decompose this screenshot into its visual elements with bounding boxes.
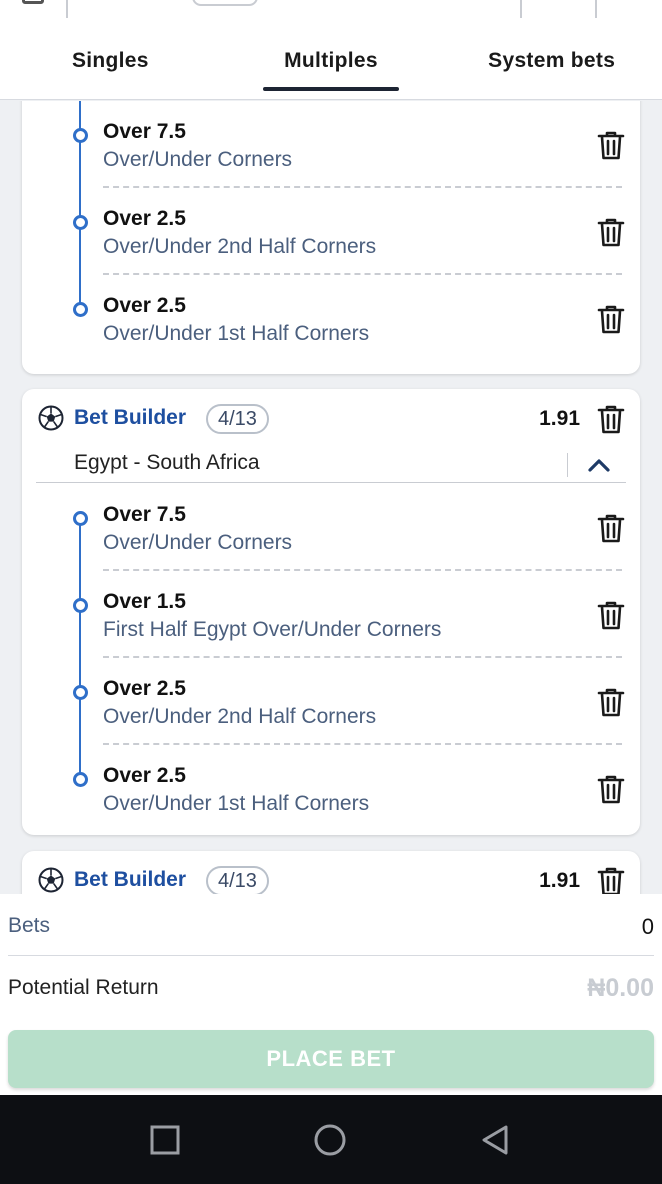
bet-builder-label: Bet Builder: [74, 868, 187, 891]
leg-item: Over 2.5 Over/Under 2nd Half Corners: [22, 188, 640, 275]
leg-selection: Over 2.5: [103, 294, 186, 317]
back-icon[interactable]: [478, 1123, 512, 1157]
balance-pill[interactable]: [192, 0, 258, 6]
leg-dot-icon: [73, 128, 88, 143]
place-bet-button[interactable]: PLACE BET: [8, 1030, 654, 1088]
legs-list: Over 7.5 Over/Under Corners Over 2.5 Ove…: [22, 101, 640, 362]
leg-connector: [79, 658, 81, 745]
delete-leg-icon[interactable]: [596, 512, 626, 544]
leg-item: Over 2.5 Over/Under 2nd Half Corners: [22, 658, 640, 745]
leg-market: Over/Under Corners: [103, 531, 293, 554]
leg-dot-icon: [73, 302, 88, 317]
leg-item: Over 1.5 First Half Egypt Over/Under Cor…: [22, 571, 640, 658]
tab-multiples[interactable]: Multiples: [221, 22, 442, 99]
betslip-list[interactable]: Over 7.5 Over/Under Corners Over 2.5 Ove…: [0, 101, 662, 894]
card-header: Bet Builder 4/13 1.91: [22, 389, 640, 449]
leg-market: Over/Under 2nd Half Corners: [103, 235, 377, 258]
leg-connector: [79, 275, 81, 305]
leg-market: Over/Under 2nd Half Corners: [103, 705, 377, 728]
betslip-summary: Bets 0 Potential Return ₦0.00 PLACE BET: [0, 894, 662, 1095]
leg-dot-icon: [73, 215, 88, 230]
match-name: Egypt - South Africa: [74, 451, 260, 474]
delete-leg-icon[interactable]: [596, 773, 626, 805]
bets-label: Bets: [8, 914, 51, 937]
leg-connector: [79, 101, 81, 188]
leg-item: Over 2.5 Over/Under 1st Half Corners: [22, 745, 640, 832]
leg-selection: Over 1.5: [103, 590, 186, 613]
leg-connector: [79, 571, 81, 658]
chevron-up-icon[interactable]: [586, 455, 612, 475]
divider: [520, 0, 522, 18]
leg-dot-icon: [73, 598, 88, 613]
leg-dot-icon: [73, 772, 88, 787]
football-icon: [38, 867, 64, 893]
delete-leg-icon[interactable]: [596, 303, 626, 335]
leg-item: Over 7.5 Over/Under Corners: [22, 101, 640, 188]
delete-leg-icon[interactable]: [596, 216, 626, 248]
bet-builder-card: Bet Builder 4/13 1.91 Egypt - South Afri…: [22, 389, 640, 835]
card-header: Bet Builder 4/13 1.91: [22, 851, 640, 894]
leg-market: Over/Under 1st Half Corners: [103, 792, 370, 815]
bet-builder-card: Over 7.5 Over/Under Corners Over 2.5 Ove…: [22, 101, 640, 374]
potential-return-label: Potential Return: [8, 976, 159, 999]
delete-leg-icon[interactable]: [596, 129, 626, 161]
home-icon[interactable]: [313, 1123, 347, 1157]
delete-bet-icon[interactable]: [596, 403, 626, 435]
leg-dot-icon: [73, 511, 88, 526]
divider: [567, 453, 568, 477]
odds-value: 1.91: [539, 407, 580, 430]
potential-return-value: ₦0.00: [587, 974, 654, 1002]
legs-list: Over 7.5 Over/Under Corners Over 1.5 Fir…: [22, 483, 640, 832]
leg-connector: [79, 745, 81, 775]
leg-selection: Over 7.5: [103, 120, 186, 143]
tab-singles[interactable]: Singles: [0, 22, 221, 99]
match-row[interactable]: Egypt - South Africa: [36, 449, 626, 483]
bets-count: 0: [641, 914, 654, 939]
leg-market: Over/Under Corners: [103, 148, 293, 171]
leg-selection: Over 2.5: [103, 764, 186, 787]
leg-dot-icon: [73, 685, 88, 700]
menu-icon[interactable]: [22, 0, 44, 4]
leg-market: Over/Under 1st Half Corners: [103, 322, 370, 345]
delete-bet-icon[interactable]: [596, 865, 626, 894]
delete-leg-icon[interactable]: [596, 599, 626, 631]
divider: [66, 0, 68, 18]
leg-selection: Over 7.5: [103, 503, 186, 526]
odds-value: 1.91: [539, 869, 580, 892]
leg-selection: Over 2.5: [103, 207, 186, 230]
leg-item: Over 7.5 Over/Under Corners: [22, 484, 640, 571]
delete-leg-icon[interactable]: [596, 686, 626, 718]
leg-market: First Half Egypt Over/Under Corners: [103, 618, 442, 641]
selection-count-badge: 4/13: [206, 404, 269, 434]
selection-count-badge: 4/13: [206, 866, 269, 894]
system-nav-bar: [0, 1095, 662, 1184]
bet-builder-label: Bet Builder: [74, 406, 187, 429]
top-bar-partial: [0, 0, 662, 22]
leg-connector: [79, 188, 81, 275]
recent-apps-icon[interactable]: [148, 1123, 182, 1157]
leg-item: Over 2.5 Over/Under 1st Half Corners: [22, 275, 640, 362]
potential-return-row: Potential Return ₦0.00: [8, 956, 654, 1018]
divider: [595, 0, 597, 18]
football-icon: [38, 405, 64, 431]
leg-selection: Over 2.5: [103, 677, 186, 700]
betslip-tabs: Singles Multiples System bets: [0, 22, 662, 100]
bets-row: Bets 0: [8, 894, 654, 956]
bet-builder-card: Bet Builder 4/13 1.91: [22, 851, 640, 894]
tab-system-bets[interactable]: System bets: [441, 22, 662, 99]
